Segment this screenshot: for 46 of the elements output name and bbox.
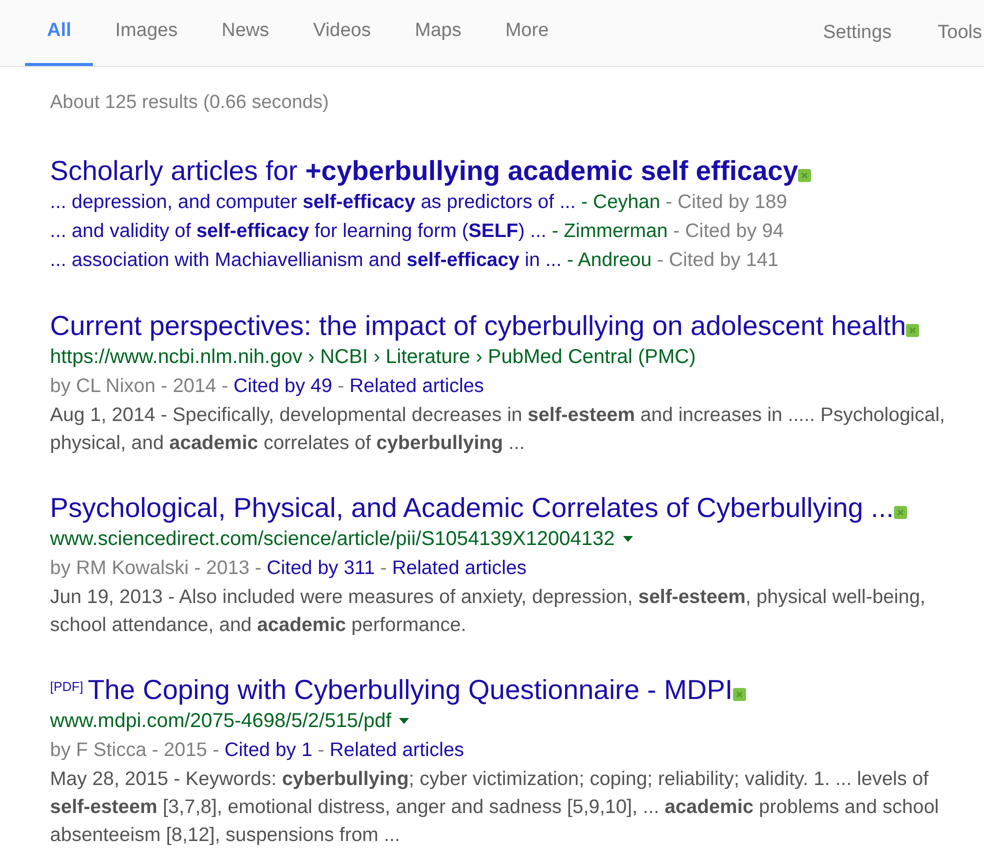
cache-icon[interactable] (732, 688, 746, 701)
result-meta: - (338, 374, 344, 396)
result-title[interactable]: Psychological, Physical, and Academic Correlates of Cyberbullying ... (50, 492, 894, 522)
file-type-label: [PDF] (50, 678, 84, 694)
result-title[interactable]: Current perspectives: the impact of cyberbullying on adolescent health (50, 310, 906, 340)
tab[interactable]: Videos (291, 0, 393, 66)
cache-icon[interactable] (906, 324, 920, 337)
result-stats: About 125 results (0.66 seconds) (50, 91, 330, 115)
citation-link[interactable]: Cited by 311 (266, 556, 375, 578)
result-url: www.sciencedirect.com/science/article/pii/S1054139X12004132 (50, 526, 615, 552)
tab[interactable]: Images (93, 0, 200, 66)
result-url: www.mdpi.com/2075-4698/5/2/515/pdf (50, 708, 392, 734)
tab[interactable]: Tools (938, 18, 982, 48)
dropdown-icon[interactable] (622, 536, 633, 542)
result-meta: by F Sticca - 2015 - (50, 738, 220, 760)
result-meta: - (318, 738, 324, 760)
result-meta: by RM Kowalski - 2013 - (50, 556, 262, 578)
author-name: - Ceyhan (581, 190, 660, 212)
result-meta: by CL Nixon - 2014 - (50, 374, 228, 396)
citation-count: - Cited by 141 (657, 248, 778, 270)
article-link[interactable]: ... association with Machiavellianism and self-efficacy in ... (50, 248, 562, 270)
result-title[interactable]: The Coping with Cyberbullying Questionnaire - MDPI (88, 674, 733, 704)
citation-link[interactable]: Cited by 1 (224, 738, 312, 760)
result-url: https://www.ncbi.nlm.nih.gov › NCBI › Literature › PubMed Central (PMC) (50, 344, 696, 370)
result-meta: - (380, 556, 387, 578)
tab[interactable]: Maps (392, 0, 484, 66)
tab[interactable]: News (200, 0, 292, 66)
article-link[interactable]: ... and validity of self-efficacy for learning form (SELF) ... (50, 220, 546, 242)
citation-link[interactable]: Cited by 49 (234, 374, 332, 396)
tab[interactable]: More (483, 0, 571, 66)
result-title[interactable]: Scholarly articles for +cyberbullying academic self efficacy (50, 154, 798, 186)
article-link[interactable]: ... depression, and computer self-efficacy as predictors of ... (50, 190, 576, 212)
result-snippet: Jun 19, 2013 - Also included were measures of anxiety, depression, self-esteem, physical well-being, school attendance, and academic performance. (50, 584, 926, 638)
citation-link[interactable]: Related articles (330, 738, 464, 760)
citation-count: - Cited by 189 (666, 190, 788, 212)
author-name: - Andreou (567, 248, 652, 270)
result-snippet: Aug 1, 2014 - Specifically, developmental decreases in self-esteem and increases in ..... Psychological, physical, and academic correlates of cyberbullying ... (50, 402, 946, 456)
citation-link[interactable]: Related articles (350, 374, 484, 396)
tab[interactable]: Settings (822, 18, 892, 48)
cache-icon[interactable] (894, 506, 907, 519)
dropdown-icon[interactable] (399, 718, 410, 724)
author-name: - Zimmerman (552, 220, 668, 242)
citation-count: - Cited by 94 (673, 220, 784, 242)
citation-link[interactable]: Related articles (392, 556, 527, 578)
cache-icon[interactable] (798, 168, 812, 182)
result-snippet: May 28, 2015 - Keywords: cyberbullying; cyber victimization; coping; reliability; validity. 1. ... levels of self-esteem [3,7,8], emotional distress, anger and sadness [5,9,10], ... academic problems and school absenteeism [8,12], suspensions from ... (50, 766, 940, 848)
